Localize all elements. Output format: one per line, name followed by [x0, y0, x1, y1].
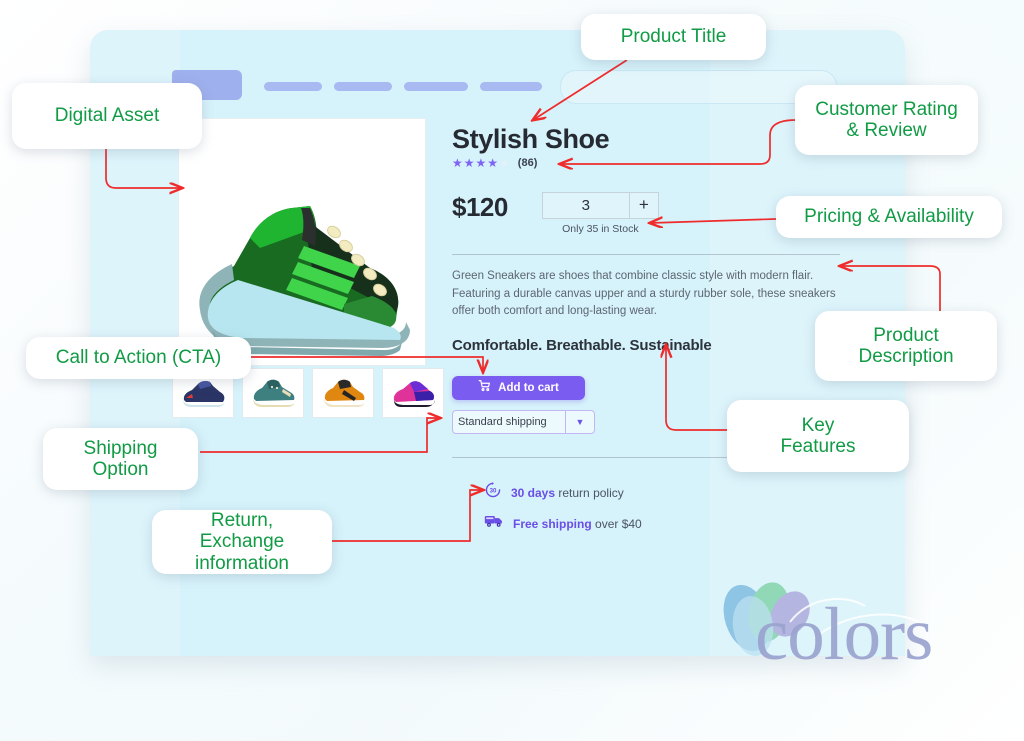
- cart-icon: [478, 379, 491, 397]
- callout-pricing: Pricing & Availability: [776, 196, 1002, 238]
- free-shipping-text: Free shipping over $40: [513, 517, 642, 531]
- nav-item-3[interactable]: [404, 82, 468, 91]
- callout-product-description-line2: Description: [858, 346, 954, 367]
- callout-customer-rating-line2: & Review: [846, 120, 927, 141]
- page-title: Stylish Shoe: [452, 124, 610, 154]
- callout-shipping-option: Shipping Option: [43, 428, 198, 490]
- callout-customer-rating: Customer Rating & Review: [795, 85, 978, 155]
- add-to-cart-button[interactable]: Add to cart: [452, 376, 585, 401]
- return-policy-rest: return policy: [555, 485, 624, 500]
- rating-row: ★★★★★ (86): [452, 157, 842, 169]
- callout-customer-rating-line1: Customer Rating: [815, 98, 958, 120]
- thumbnail-orange-sneaker[interactable]: [312, 368, 374, 418]
- thumbnail-teal-sneaker[interactable]: [242, 368, 304, 418]
- product-price: $120: [452, 191, 508, 222]
- thumbnail-pink-sneaker[interactable]: [382, 368, 444, 418]
- nav-item-2[interactable]: [334, 82, 392, 91]
- callout-return-exchange: Return, Exchange information: [152, 510, 332, 574]
- delivery-truck-icon: [484, 513, 504, 534]
- colors-watermark: colors: [695, 578, 995, 683]
- callout-key-features-line2: Features: [780, 436, 856, 457]
- callout-digital-asset: Digital Asset: [12, 83, 202, 149]
- svg-text:30: 30: [490, 488, 497, 495]
- return-policy-text: 30 days return policy: [511, 486, 624, 500]
- review-count[interactable]: (86): [518, 157, 538, 169]
- chevron-down-icon[interactable]: ▼: [565, 411, 594, 434]
- callout-shipping-option-line2: Option: [92, 459, 149, 480]
- rating-stars[interactable]: ★★★★★: [452, 157, 511, 169]
- callout-shipping-option-line1: Shipping: [83, 437, 158, 459]
- divider-bottom: [452, 457, 740, 459]
- callout-return-exchange-line2: information: [195, 552, 289, 574]
- return-policy-highlight: 30 days: [511, 485, 556, 500]
- shipping-select[interactable]: Standard shipping ▼: [452, 410, 595, 435]
- shipping-selected-value[interactable]: Standard shipping: [453, 411, 565, 433]
- perk-return-policy: 30 30 days return policy: [484, 481, 842, 504]
- callout-product-title: Product Title: [581, 14, 766, 60]
- return-30-days-icon: 30: [484, 481, 502, 504]
- callout-product-description-line1: Product: [873, 324, 939, 346]
- free-shipping-highlight: Free shipping: [513, 516, 592, 531]
- quantity-stepper[interactable]: 3 +: [541, 191, 659, 219]
- callout-pricing-label: Pricing & Availability: [804, 206, 974, 228]
- key-features-text: Comfortable. Breathable. Sustainable: [452, 337, 712, 355]
- callout-return-exchange-line1: Return, Exchange: [199, 510, 285, 553]
- quantity-value[interactable]: 3: [543, 193, 629, 218]
- divider-top: [452, 253, 840, 255]
- add-to-cart-label: Add to cart: [498, 382, 559, 395]
- stock-status: Only 35 in Stock: [562, 222, 639, 235]
- product-description: Green Sneakers are shoes that combine cl…: [452, 269, 836, 318]
- product-detail-column: Stylish Shoe ★★★★★ (86) $120 3 + Only 35…: [452, 124, 842, 543]
- callout-key-features-line1: Key: [801, 414, 835, 436]
- callout-product-title-label: Product Title: [620, 26, 727, 48]
- callout-cta-label: Call to Action (CTA): [55, 347, 222, 369]
- quantity-column: 3 + Only 35 in Stock: [541, 191, 659, 235]
- product-main-image[interactable]: [178, 118, 424, 364]
- quantity-increment-button[interactable]: +: [628, 192, 658, 218]
- perks-list: 30 30 days return policy Free shipping o…: [484, 481, 842, 534]
- nav-item-1[interactable]: [264, 82, 322, 91]
- callout-key-features: Key Features: [727, 400, 909, 472]
- perk-free-shipping: Free shipping over $40: [484, 513, 842, 534]
- nav-item-4[interactable]: [480, 82, 542, 91]
- watermark-text: colors: [755, 593, 933, 676]
- callout-cta: Call to Action (CTA): [26, 337, 251, 379]
- callout-digital-asset-label: Digital Asset: [54, 105, 160, 127]
- callout-product-description: Product Description: [815, 311, 997, 381]
- free-shipping-rest: over $40: [591, 516, 642, 531]
